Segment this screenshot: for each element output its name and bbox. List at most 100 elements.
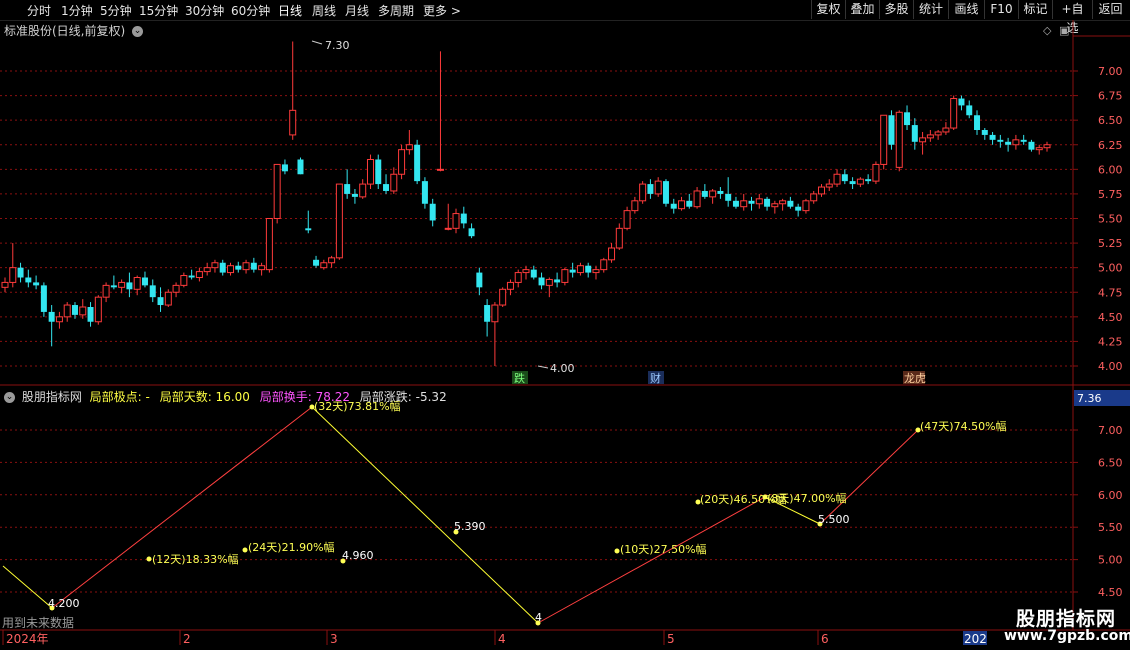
diamond-icon[interactable]: ◇ [1043, 24, 1052, 37]
annot-10d: (10天)27.50%幅 [620, 543, 707, 556]
candle [476, 267, 483, 296]
candle-body [771, 203, 779, 208]
candle [919, 131, 927, 155]
indicator-tick-label: 6.00 [1098, 489, 1123, 502]
candle [265, 218, 273, 273]
candle-body [569, 269, 576, 273]
candle-body [592, 269, 600, 274]
candle-body [942, 127, 950, 133]
candle [203, 262, 211, 276]
candle-body [1035, 147, 1043, 151]
candle [904, 105, 911, 130]
candle-body [522, 269, 530, 274]
candle-body [414, 144, 421, 182]
candle [600, 257, 608, 273]
candle-body [934, 131, 942, 136]
candle-body [429, 203, 436, 221]
candle [17, 262, 24, 283]
candle [71, 302, 78, 319]
candle [608, 243, 616, 263]
candle-body [872, 163, 880, 182]
candle-body [764, 198, 771, 207]
candle-body [405, 144, 413, 151]
marker-dragon-tiger[interactable]: 龙虎 [904, 372, 926, 385]
annot-4960: 4.960 [342, 549, 374, 562]
candle-body [608, 247, 616, 261]
indicator-value: 7.36 [1077, 392, 1102, 405]
candle-body [810, 193, 818, 202]
candle [725, 177, 732, 207]
candle [817, 184, 825, 197]
time-label-2024: 2024年 [6, 632, 49, 646]
time-label-cursor: 202 [964, 632, 987, 646]
annot-47d: (47天)74.50%幅 [920, 420, 1007, 433]
marker-finance[interactable]: 财 [650, 371, 661, 385]
candle-body [1, 281, 9, 288]
candle [398, 144, 406, 180]
candle-body [250, 262, 257, 270]
candle [102, 282, 110, 303]
candle [79, 299, 87, 319]
candle [195, 267, 203, 282]
candle-body [149, 285, 156, 298]
candle-body [258, 265, 266, 271]
candle-body [157, 297, 164, 306]
candle-body [678, 200, 686, 210]
candle [118, 279, 126, 294]
candle [989, 131, 996, 145]
candle [235, 261, 242, 273]
candle [966, 100, 973, 119]
candle-body [79, 306, 87, 316]
candle-body [958, 98, 965, 106]
candle [172, 282, 180, 298]
candle [452, 208, 460, 234]
candle-body [997, 139, 1004, 142]
candle [405, 130, 413, 155]
candle-body [888, 115, 895, 145]
time-axis: 2024年 2 3 4 5 6 202 [2, 630, 987, 646]
candle [157, 287, 164, 312]
candle [686, 193, 693, 209]
candle [709, 189, 717, 204]
time-label-jun: 6 [821, 632, 829, 646]
candle [764, 196, 771, 211]
candle [328, 255, 336, 268]
candle [693, 187, 701, 209]
candle [468, 223, 475, 239]
candle-body [468, 228, 475, 237]
candle [444, 203, 452, 231]
high-price-label: 7.30 [325, 39, 350, 52]
candle-body [195, 271, 203, 279]
time-label-apr: 4 [498, 632, 506, 646]
candle-body [1043, 144, 1051, 149]
candle [1012, 134, 1020, 150]
candle [755, 193, 763, 209]
price-tick-label: 6.00 [1098, 163, 1123, 176]
price-tick-label: 6.25 [1098, 139, 1123, 152]
candle-body [693, 190, 701, 208]
window-icon[interactable]: ▣ [1059, 24, 1069, 37]
candle-body [25, 277, 32, 283]
candle-body [273, 163, 281, 220]
candle [1005, 137, 1012, 152]
indicator-axis: 7.00 6.50 6.00 5.50 5.00 4.50 [1073, 424, 1123, 599]
candle [414, 139, 421, 185]
marker-fall[interactable]: 跌 [514, 371, 525, 385]
candle-body [748, 200, 755, 204]
candle-body [118, 281, 126, 288]
price-tick-label: 4.00 [1098, 360, 1123, 373]
candle-body [670, 203, 677, 209]
candle-body [398, 149, 406, 175]
candle-body [335, 183, 343, 259]
candle-body [732, 200, 739, 207]
candle-body [554, 279, 561, 283]
candle-body [530, 269, 537, 278]
candle-body [227, 265, 235, 274]
price-tick-label: 5.25 [1098, 237, 1123, 250]
candle [219, 259, 226, 276]
candle [351, 189, 358, 204]
candle [545, 277, 553, 298]
price-tick-label: 4.75 [1098, 286, 1123, 299]
candle-body [919, 137, 927, 143]
candle-body [1020, 139, 1027, 142]
